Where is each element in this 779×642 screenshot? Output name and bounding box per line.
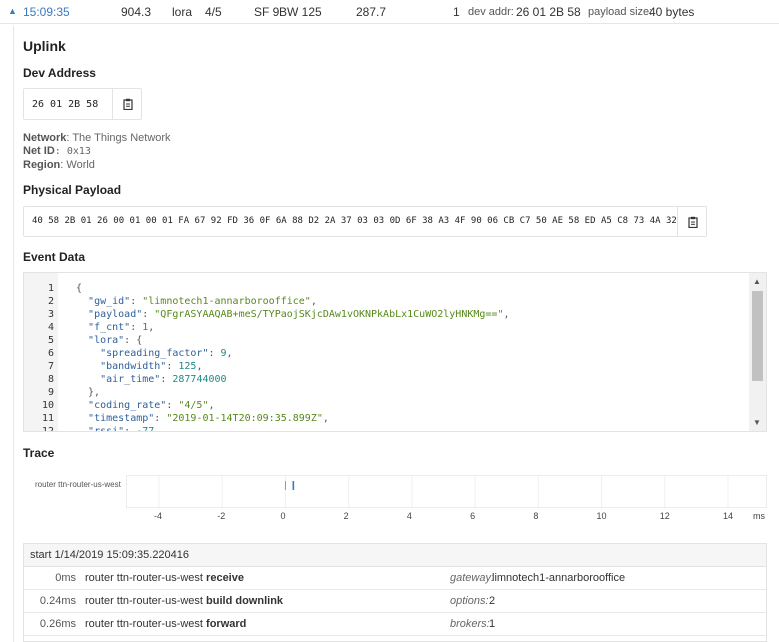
trace-timeline (126, 475, 767, 509)
line-number: 3 (47, 309, 54, 320)
region-info: Region: World (23, 159, 95, 171)
editor-scrollbar[interactable]: ▲ ▼ (749, 273, 766, 431)
code-line: "f_cnt": 1, (88, 322, 155, 333)
trace-log-row: 0ms router ttn-router-us-west receive gate… (24, 567, 766, 590)
clipboard-icon (123, 98, 133, 110)
trace-tick-label: 6 (470, 511, 476, 521)
trace-log-delay: 0.24ms (39, 595, 76, 607)
code-line: "lora": { (88, 335, 143, 346)
event-data-editor[interactable]: { "gw_id": "limnotech1-annarborooffice",… (23, 272, 767, 432)
trace-log-key: gateway: (450, 572, 495, 584)
line-number: 6 (47, 348, 54, 359)
row-payload-size: 40 bytes (649, 5, 695, 19)
uplink-title: Uplink (23, 38, 66, 54)
trace-heading: Trace (23, 446, 55, 460)
trace-lane-label: router ttn-router-us-west (35, 480, 121, 489)
trace-log-value: 1 (489, 618, 496, 630)
row-payload-size-label: payload size: (588, 6, 653, 18)
network-info: Network: The Things Network (23, 132, 171, 144)
trace-log-delay: 0ms (55, 572, 76, 584)
copy-dev-address-button[interactable] (112, 89, 142, 119)
code-line: { (76, 283, 83, 294)
dev-address-field[interactable]: 26 01 2B 58 (23, 88, 142, 120)
copy-payload-button[interactable] (677, 207, 707, 236)
line-number: 7 (47, 361, 54, 372)
physical-payload-heading: Physical Payload (23, 183, 122, 197)
trace-log-message: router ttn-router-us-west receive (85, 572, 244, 584)
trace-start: start 1/14/2019 15:09:35.220416 (30, 549, 190, 561)
collapse-caret-icon[interactable]: ▲ (8, 6, 17, 16)
code-line: "timestamp": "2019-01-14T20:09:35.899Z", (88, 413, 329, 424)
row-sf: SF 9 (254, 5, 280, 19)
trace-log: start 1/14/2019 15:09:35.220416 0ms route… (23, 543, 767, 642)
trace-log-message: router ttn-router-us-west forward (85, 618, 247, 630)
trace-tick-label: -4 (154, 511, 163, 521)
trace-log-key: options: (450, 595, 489, 607)
code-line: "gw_id": "limnotech1-annarborooffice", (88, 296, 317, 307)
trace-log-value: limnotech1-annarborooffice (492, 572, 626, 584)
row-time: 15:09:35 (23, 5, 70, 19)
code-line: "spreading_factor": 9, (100, 348, 233, 359)
trace-unit: ms (753, 511, 765, 521)
trace-log-key: brokers: (450, 618, 490, 630)
row-bw: BW 125 (279, 5, 322, 19)
line-number: 10 (41, 400, 54, 411)
trace-plot (158, 476, 729, 509)
row-airtime: 287.7 (356, 5, 387, 19)
line-number: 4 (47, 322, 54, 333)
trace-log-row: 0.26ms router ttn-router-us-west forward b… (24, 613, 766, 636)
code-line: "air_time": 287744000 (100, 374, 227, 385)
trace-tick-label: 12 (659, 511, 670, 521)
trace-log-header: start 1/14/2019 15:09:35.220416 (24, 544, 766, 567)
scroll-up-icon[interactable]: ▲ (753, 277, 761, 286)
trace-tick-label: -2 (217, 511, 226, 521)
scroll-down-icon[interactable]: ▼ (753, 418, 761, 427)
dev-address-value: 26 01 2B 58 (32, 99, 99, 110)
code-line: "bandwidth": 125, (100, 361, 203, 372)
line-number: 5 (47, 335, 54, 346)
netid-info: Net ID: 0x13 (23, 145, 91, 157)
trace-tick-label: 10 (596, 511, 607, 521)
code-line: }, (76, 387, 101, 398)
row-coding-rate: 4/5 (205, 5, 222, 19)
trace-tick-label: 2 (343, 511, 349, 521)
dev-address-heading: Dev Address (23, 66, 96, 80)
line-number: 1 (47, 283, 54, 294)
row-fcnt: 1 (453, 5, 460, 19)
row-dev-addr-label: dev addr: (468, 6, 514, 18)
line-number: 11 (41, 413, 54, 424)
scrollbar-thumb[interactable] (752, 291, 763, 381)
row-modulation: lora (172, 5, 193, 19)
trace-tick-label: 0 (280, 511, 286, 521)
code-line: "coding_rate": "4/5", (88, 400, 215, 411)
trace-tick-label: 8 (533, 511, 539, 521)
line-number: 8 (47, 374, 54, 385)
trace-tick-label: 14 (723, 511, 734, 521)
trace-log-delay: 0.26ms (39, 618, 76, 630)
physical-payload-value: 40 58 2B 01 26 00 01 00 01 FA 67 92 FD 3… (32, 216, 677, 226)
trace-log-message: router ttn-router-us-west build downlink (85, 595, 284, 607)
line-number: 12 (41, 426, 54, 432)
event-data-heading: Event Data (23, 250, 86, 264)
line-number: 9 (47, 387, 54, 398)
trace-tick-label: 4 (406, 511, 412, 521)
physical-payload-field[interactable]: 40 58 2B 01 26 00 01 00 01 FA 67 92 FD 3… (23, 206, 707, 237)
row-frequency: 904.3 (121, 5, 152, 19)
trace-log-value: 2 (489, 595, 496, 607)
code-line: "payload": "QFgrASYAAQAB+meS/TYPaojSKjcD… (88, 309, 510, 320)
message-row[interactable]: ▲ 15:09:35 904.3 lora 4/5 SF 9 BW 125 28… (0, 0, 779, 24)
clipboard-icon (688, 216, 698, 228)
row-dev-addr: 26 01 2B 58 (516, 5, 581, 19)
line-number: 2 (47, 296, 54, 307)
code-line: "rssi": -77, (88, 426, 161, 432)
trace-log-row: 0.24ms router ttn-router-us-west build do… (24, 590, 766, 613)
